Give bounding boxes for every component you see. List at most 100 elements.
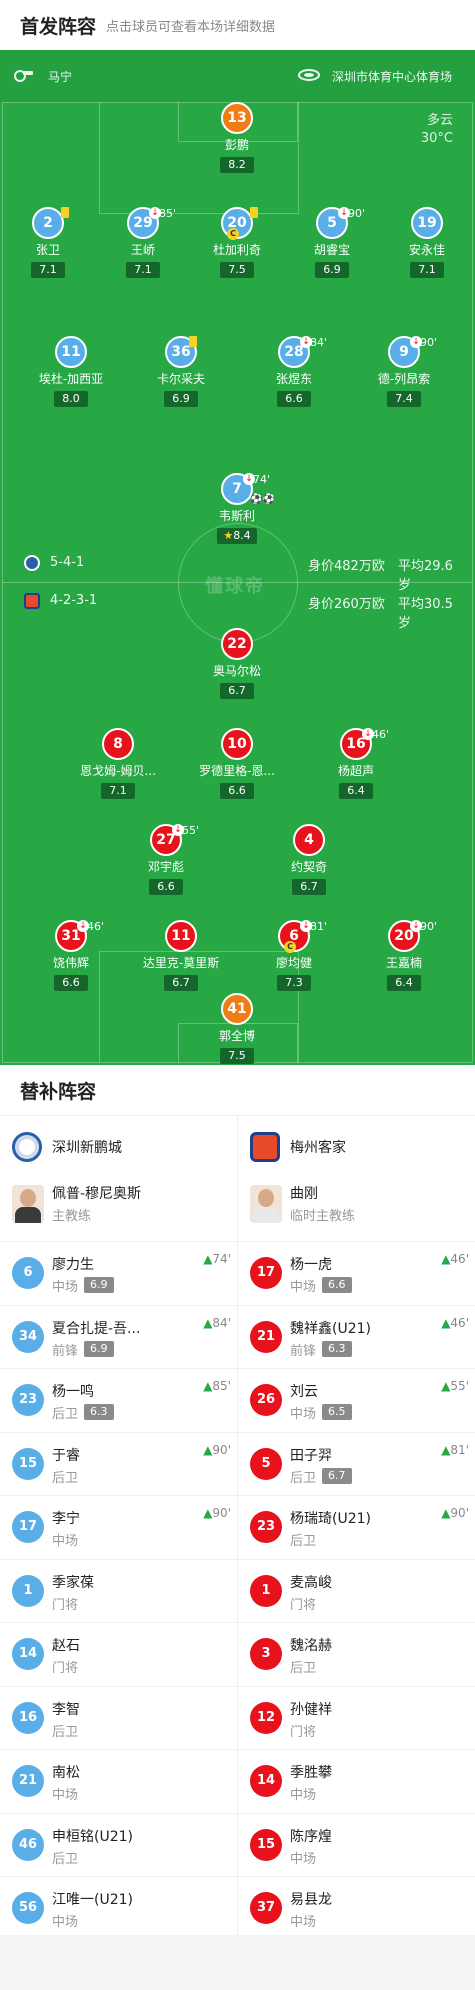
player-name: 孙健祥 <box>290 1701 332 1718</box>
away-team-summary: 4-2-3-1 身价260万欧 平均30.5岁 <box>20 591 460 631</box>
player-name: 彭鹏 <box>224 138 249 152</box>
sub-player-row[interactable]: 14 季胜攀 中场 <box>238 1749 475 1813</box>
player-number: 15 <box>250 1828 282 1861</box>
sub-player-row[interactable]: 23 杨一鸣 后卫 6.3 ▲85' <box>0 1368 237 1432</box>
home-value: 身价482万欧 <box>308 559 385 574</box>
player-name: 南松 <box>52 1765 80 1781</box>
player-a27[interactable]: 27 ↓ 55' 邓宇彪 6.6 <box>106 824 226 895</box>
sub-time: 90' <box>348 207 366 220</box>
sub-player-row[interactable]: 56 江唯一(U21) 中场 <box>0 1876 237 1940</box>
player-position: 中场 <box>290 1788 317 1803</box>
sub-player-row[interactable]: 15 于睿 后卫 ▲90' <box>0 1431 237 1496</box>
coach-name: 曲刚 <box>290 1186 318 1202</box>
whistle-icon <box>14 70 33 82</box>
sub-player-row[interactable]: 21 魏祥鑫(U21) 前锋 6.3 ▲46' <box>238 1304 475 1369</box>
sub-player-row[interactable]: 14 赵石 门将 <box>0 1622 237 1686</box>
sub-player-row[interactable]: 16 李智 后卫 <box>0 1685 237 1750</box>
sub-player-row[interactable]: 6 廖力生 中场 6.9 ▲74' <box>0 1241 237 1305</box>
player-rating: 8.0 <box>54 391 88 407</box>
player-h9[interactable]: 9 ↓ 90' 德-列昂索 7.4 <box>344 336 464 407</box>
player-rating: 8.2 <box>220 157 254 173</box>
sub-player-row[interactable]: 1 麦高峻 门将 <box>238 1558 475 1623</box>
player-rating: 6.3 <box>322 1340 352 1357</box>
home-team-header[interactable]: 深圳新鹏城 <box>0 1115 237 1177</box>
goals-icon: ⚽⚽ <box>250 494 275 505</box>
sub-player-row[interactable]: 5 田子羿 后卫 6.7 ▲81' <box>238 1431 475 1496</box>
player-a10[interactable]: 10 罗德里格-恩... 6.6 <box>177 728 297 799</box>
player-a22[interactable]: 22 奥马尔松 6.7 <box>177 628 297 699</box>
player-number: 3 <box>250 1638 282 1670</box>
player-name: 李宁 <box>52 1511 80 1527</box>
player-name: 埃杜-加西亚 <box>38 372 104 386</box>
player-h11[interactable]: 11 埃杜-加西亚 8.0 <box>11 336 131 407</box>
player-rating: 6.6 <box>220 783 254 799</box>
player-name: 杨超声 <box>337 764 374 778</box>
player-position: 中场 <box>52 1915 79 1930</box>
player-a11[interactable]: 11 达里克-莫里斯 6.7 <box>121 920 241 991</box>
player-position: 门将 <box>290 1724 317 1740</box>
player-position: 后卫 <box>290 1661 317 1676</box>
player-name: 廖力生 <box>52 1257 94 1273</box>
player-rating: 6.6 <box>322 1277 352 1293</box>
sub-player-row[interactable]: 1 季家葆 门将 <box>0 1558 237 1623</box>
away-team-header[interactable]: 梅州客家 <box>238 1115 475 1177</box>
player-rating: 6.7 <box>220 683 254 699</box>
sub-on-time: ▲90' <box>203 1506 231 1520</box>
sub-player-row[interactable]: 12 孙健祥 门将 <box>238 1685 475 1750</box>
player-position: 中场 <box>290 1280 317 1295</box>
footer-spacer <box>0 1935 475 1990</box>
sub-player-row[interactable]: 17 杨一虎 中场 6.6 ▲46' <box>238 1241 475 1305</box>
home-coach[interactable]: 佩普-穆尼奥斯 主教练 <box>0 1177 237 1241</box>
player-a31[interactable]: 31 ↓ 46' 饶伟辉 6.6 <box>11 920 131 991</box>
away-coach[interactable]: 曲刚 临时主教练 <box>238 1177 475 1241</box>
sub-time: 74' <box>253 473 271 486</box>
player-number: 37 <box>250 1892 282 1924</box>
player-h19[interactable]: 19 安永佳 7.1 <box>367 207 475 278</box>
player-name: 约契奇 <box>290 860 327 874</box>
coach-name: 佩普-穆尼奥斯 <box>52 1186 142 1202</box>
player-h13[interactable]: 13 彭鹏 8.2 <box>177 102 297 173</box>
sub-player-row[interactable]: 46 申桓铭(U21) 后卫 <box>0 1812 237 1877</box>
player-position: 中场 <box>290 1851 317 1867</box>
player-rating: 6.3 <box>84 1404 114 1420</box>
player-h7[interactable]: 7 ↓ 74' ⚽⚽ 韦斯利 ★8.4 <box>177 473 297 544</box>
player-number: 11 <box>55 336 87 368</box>
sub-player-row[interactable]: 23 杨瑞琦(U21) 后卫 ▲90' <box>238 1495 475 1559</box>
player-position: 后卫 <box>52 1724 79 1740</box>
player-name: 易县龙 <box>290 1892 332 1908</box>
player-rating: 6.9 <box>84 1277 114 1293</box>
player-a4[interactable]: 4 约契奇 6.7 <box>249 824 369 895</box>
player-number: 46 <box>12 1828 44 1861</box>
player-name: 郭全博 <box>218 1029 255 1043</box>
player-a8[interactable]: 8 恩戈姆-姆贝... 7.1 <box>58 728 178 799</box>
sub-time: 90' <box>420 336 438 349</box>
player-rating: 7.5 <box>220 1048 254 1064</box>
sub-player-row[interactable]: 21 南松 中场 <box>0 1749 237 1813</box>
sub-player-row[interactable]: 37 易县龙 中场 <box>238 1876 475 1940</box>
sub-player-row[interactable]: 3 魏洺赫 后卫 <box>238 1622 475 1686</box>
sub-time: 90' <box>420 920 438 933</box>
sub-player-row[interactable]: 34 夏合扎提-吾... 前锋 6.9 ▲84' <box>0 1304 237 1369</box>
page-subtitle: 点击球员可查看本场详细数据 <box>106 20 276 35</box>
player-h28[interactable]: 28 ↓ 84' 张煜东 6.6 <box>234 336 354 407</box>
player-number: 23 <box>250 1511 282 1543</box>
player-position: 后卫 <box>52 1851 79 1867</box>
home-subs-column: 深圳新鹏城 佩普-穆尼奥斯 主教练 6 廖力生 中场 6.9 ▲74' 34 夏合扎提-吾.… <box>0 1115 237 1940</box>
player-number: 41 <box>221 993 253 1025</box>
player-number: 2 <box>32 207 64 239</box>
sub-player-row[interactable]: 15 陈序煌 中场 <box>238 1812 475 1877</box>
sub-player-row[interactable]: 17 李宁 中场 ▲90' <box>0 1495 237 1559</box>
player-rating: ★8.4 <box>217 528 257 544</box>
player-rating: 6.7 <box>322 1467 352 1484</box>
player-rating: 7.4 <box>387 391 421 407</box>
player-a6[interactable]: 6 ↓ 81' C 廖均健 7.3 <box>234 920 354 991</box>
player-position: 中场 <box>290 1407 317 1422</box>
player-number: 14 <box>250 1765 282 1797</box>
player-a20[interactable]: 20 ↓ 90' 王嘉楠 6.4 <box>344 920 464 991</box>
sub-player-row[interactable]: 26 刘云 中场 6.5 ▲55' <box>238 1368 475 1432</box>
player-a16[interactable]: 16 ↓ 46' 杨超声 6.4 <box>296 728 416 799</box>
player-h36[interactable]: 36 卡尔采夫 6.9 <box>121 336 241 407</box>
player-name: 安永佳 <box>408 243 445 257</box>
player-position: 门将 <box>290 1597 317 1613</box>
player-a41[interactable]: 41 郭全博 7.5 <box>177 993 297 1064</box>
